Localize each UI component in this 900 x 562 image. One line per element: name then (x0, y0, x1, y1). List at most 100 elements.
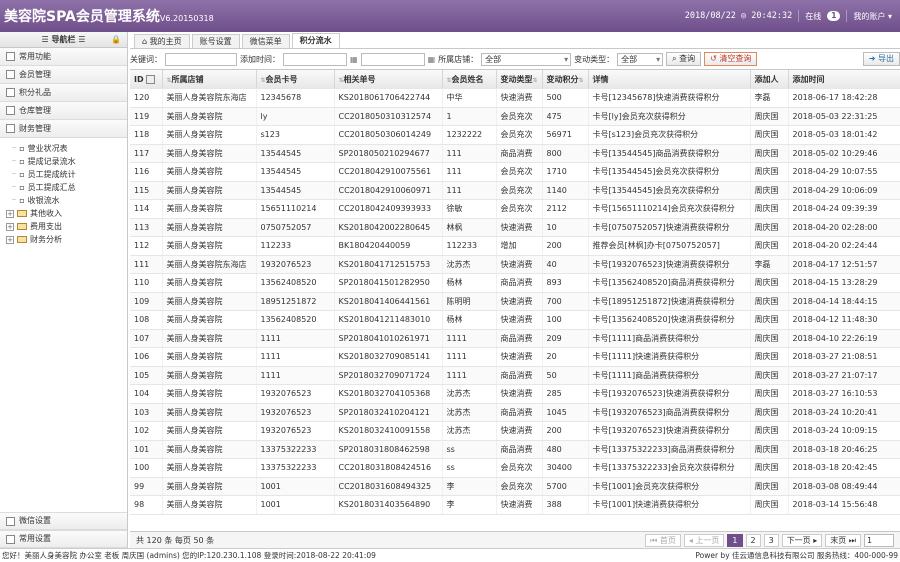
page-2-button[interactable]: 2 (745, 534, 761, 547)
table-cell: 卡号[1111]快速消费获得积分 (588, 347, 751, 367)
tree-group[interactable]: + 财务分析 (6, 233, 127, 246)
tree-item[interactable]: ┈ ▫ 营业状况表 (6, 142, 127, 155)
table-cell: 118 (130, 125, 163, 145)
col-member[interactable]: ⇅会员姓名 (442, 70, 497, 89)
expand-icon[interactable]: + (6, 235, 14, 244)
start-date-input[interactable] (283, 52, 347, 66)
table-row[interactable]: 99 美丽人身美容院 1001 CC2018031608494325 李会员充次 5700… (130, 477, 900, 496)
search-button[interactable]: ⌕ 查询 (666, 52, 702, 66)
menu-icon: ☰ (41, 35, 52, 44)
table-row[interactable]: 110 美丽人身美容院 13562408520 SP2018041501282950 杨… (130, 273, 900, 293)
table-cell: 周庆国 (750, 181, 789, 200)
section-icon (6, 124, 15, 133)
table-row[interactable]: 111 美丽人身美容院东海店 1932076523 KS201804171251575… (130, 255, 900, 274)
tree-item[interactable]: ┈ ▫ 员工提成汇总 (6, 181, 127, 194)
table-row[interactable]: 106 美丽人身美容院 1111 KS2018032709085141 1111 快速消费… (130, 347, 900, 367)
end-date-input[interactable] (360, 52, 425, 66)
tree-group[interactable]: + 其他收入 (6, 207, 127, 220)
table-row[interactable]: 104 美丽人身美容院 1932076523 KS2018032704105368 沈苏… (130, 384, 900, 404)
table-row[interactable]: 116 美丽人身美容院 13544545 CC2018042910075561 111 会… (130, 162, 900, 182)
sidebar-section-members[interactable]: 会员管理 (0, 66, 127, 84)
table-row[interactable]: 107 美丽人身美容院 1111 SP2018041010261971 1111 商品消费… (130, 329, 900, 348)
col-id[interactable]: ID (130, 70, 163, 89)
table-row[interactable]: 112 美丽人身美容院 112233 BK180420440059 112233 增加 20… (130, 236, 900, 256)
last-page-button[interactable]: 末页 ⏭ (825, 534, 861, 547)
table-cell: KS2018041712515753 (334, 255, 443, 274)
col-detail[interactable]: 详情 (588, 70, 751, 89)
table-row[interactable]: 108 美丽人身美容院 13562408520 KS2018041211483010 杨… (130, 310, 900, 330)
table-row[interactable]: 98 美丽人身美容院 1001 KS2018031403564890 李快速消费 388 卡… (130, 495, 900, 515)
section-icon (6, 516, 15, 526)
col-card[interactable]: ⇅会员卡号 (256, 70, 335, 89)
sidebar-section-warehouse[interactable]: 仓库管理 (0, 102, 127, 120)
expand-icon[interactable]: + (6, 222, 14, 231)
table-cell: s123 (256, 125, 335, 145)
first-page-button[interactable]: ⏮ 首页 (645, 534, 681, 547)
tab-wechat-menu[interactable]: 微信菜单 (241, 34, 290, 48)
sidebar-section-common[interactable]: 常用功能 (0, 48, 127, 66)
table-row[interactable]: 113 美丽人身美容院 0750752057 KS2018042002280645 林枫… (130, 218, 900, 237)
table-cell: 111 (130, 255, 163, 274)
table-cell: CC2018050310312574 (334, 107, 443, 126)
checkbox-icon[interactable] (146, 74, 156, 84)
table-cell: 沈苏杰 (442, 384, 497, 404)
table-row[interactable]: 118 美丽人身美容院 s123 CC2018050306014249 1232222 会… (130, 125, 900, 145)
table-row[interactable]: 103 美丽人身美容院 1932076523 SP2018032410204121 沈苏… (130, 403, 900, 422)
keyword-input[interactable] (165, 52, 237, 66)
table-row[interactable]: 109 美丽人身美容院 18951251872 KS2018041406441561 陈… (130, 292, 900, 311)
col-operator[interactable]: 添加人 (750, 70, 789, 89)
table-row[interactable]: 101 美丽人身美容院 13375322233 SP2018031808462598 s… (130, 440, 900, 459)
expand-icon[interactable]: + (6, 209, 14, 218)
col-points[interactable]: 变动积分⇅ (542, 70, 589, 89)
table-row[interactable]: 100 美丽人身美容院 13375322233 CC2018031808424516 s… (130, 458, 900, 478)
table-cell: 卡号[13375322233]会员充次获得积分 (588, 458, 751, 478)
col-store[interactable]: ⇅所属店铺 (162, 70, 257, 89)
lock-icon[interactable]: 🔒 (111, 32, 121, 48)
tree-item[interactable]: ┈ ▫ 收银流水 (6, 194, 127, 207)
export-button[interactable]: ➜ 导出 (862, 52, 900, 66)
clear-button[interactable]: ↺ 清空查询 (704, 52, 758, 66)
sidebar-section-settings[interactable]: 常用设置 (0, 530, 127, 548)
col-type[interactable]: 变动类型⇅ (496, 70, 543, 89)
table-row[interactable]: 105 美丽人身美容院 1111 SP2018032709071724 1111 商品消费… (130, 366, 900, 385)
table-cell: 200 (542, 421, 589, 441)
col-order[interactable]: ⇅相关单号 (334, 70, 443, 89)
table-cell: SP2018041010261971 (334, 329, 443, 348)
table-cell: 卡号[ly]会员充次获得积分 (588, 107, 751, 126)
calendar-icon[interactable]: ▦ (350, 55, 358, 64)
page-number-input[interactable]: 1 (864, 534, 894, 547)
col-time[interactable]: 添加时间 (788, 70, 900, 89)
tree-item[interactable]: ┈ ▫ 员工提成统计 (6, 168, 127, 181)
table-row[interactable]: 117 美丽人身美容院 13544545 SP2018050210294677 111 商… (130, 144, 900, 163)
table-cell: 卡号[1932076523]快速消费获得积分 (588, 384, 751, 404)
tree-group[interactable]: + 费用支出 (6, 220, 127, 233)
tree-item[interactable]: ┈ ▫ 提成记录流水 (6, 155, 127, 168)
sidebar-section-points[interactable]: 积分礼品 (0, 84, 127, 102)
calendar-icon[interactable]: ▦ (428, 55, 436, 64)
store-select[interactable]: 全部 (481, 52, 572, 66)
table-cell: 卡号[1001]会员充次获得积分 (588, 477, 751, 496)
page-3-button[interactable]: 3 (763, 534, 779, 547)
next-page-button[interactable]: 下一页 ▸ (781, 534, 823, 547)
table-cell: 快速消费 (496, 495, 543, 515)
table-cell: 13562408520 (256, 273, 335, 293)
prev-page-button[interactable]: ◂ 上一页 (683, 534, 725, 547)
table-row[interactable]: 115 美丽人身美容院 13544545 CC2018042910060971 111 会… (130, 181, 900, 200)
sidebar-section-wechat[interactable]: 微信设置 (0, 512, 127, 530)
tab-home[interactable]: ⌂ 我的主页 (134, 34, 190, 48)
online-count-badge[interactable]: 1 (827, 11, 841, 21)
page-1-button[interactable]: 1 (727, 534, 743, 547)
change-type-select[interactable]: 全部 (617, 52, 664, 66)
table-row[interactable]: 120 美丽人身美容院东海店 12345678 KS2018061706422744 中… (130, 88, 900, 108)
tab-account-settings[interactable]: 账号设置 (191, 34, 240, 48)
sidebar-section-finance[interactable]: 财务管理 (0, 120, 127, 138)
table-cell: 快速消费 (496, 384, 543, 404)
table-row[interactable]: 114 美丽人身美容院 15651110214 CC2018042409393933 徐… (130, 199, 900, 219)
table-cell: 98 (130, 495, 163, 515)
tab-points-flow[interactable]: 积分流水 (291, 33, 340, 48)
table-row[interactable]: 119 美丽人身美容院 ly CC2018050310312574 1 会员充次 475 卡号… (130, 107, 900, 126)
table-row[interactable]: 102 美丽人身美容院 1932076523 KS2018032410091558 沈苏… (130, 421, 900, 441)
account-menu[interactable]: 我的账户 ▾ (853, 11, 892, 22)
table-cell: 美丽人身美容院 (162, 310, 257, 330)
table-cell: 113 (130, 218, 163, 237)
